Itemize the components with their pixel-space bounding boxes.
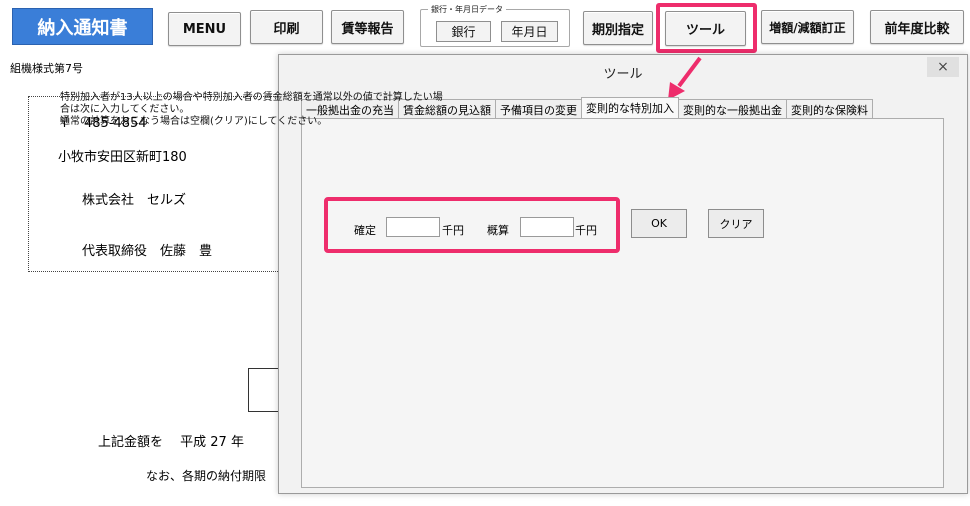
tab-irregular-special-enrollment[interactable]: 変則的な特別加入 xyxy=(581,97,679,118)
pointer-arrow-icon xyxy=(668,56,702,100)
